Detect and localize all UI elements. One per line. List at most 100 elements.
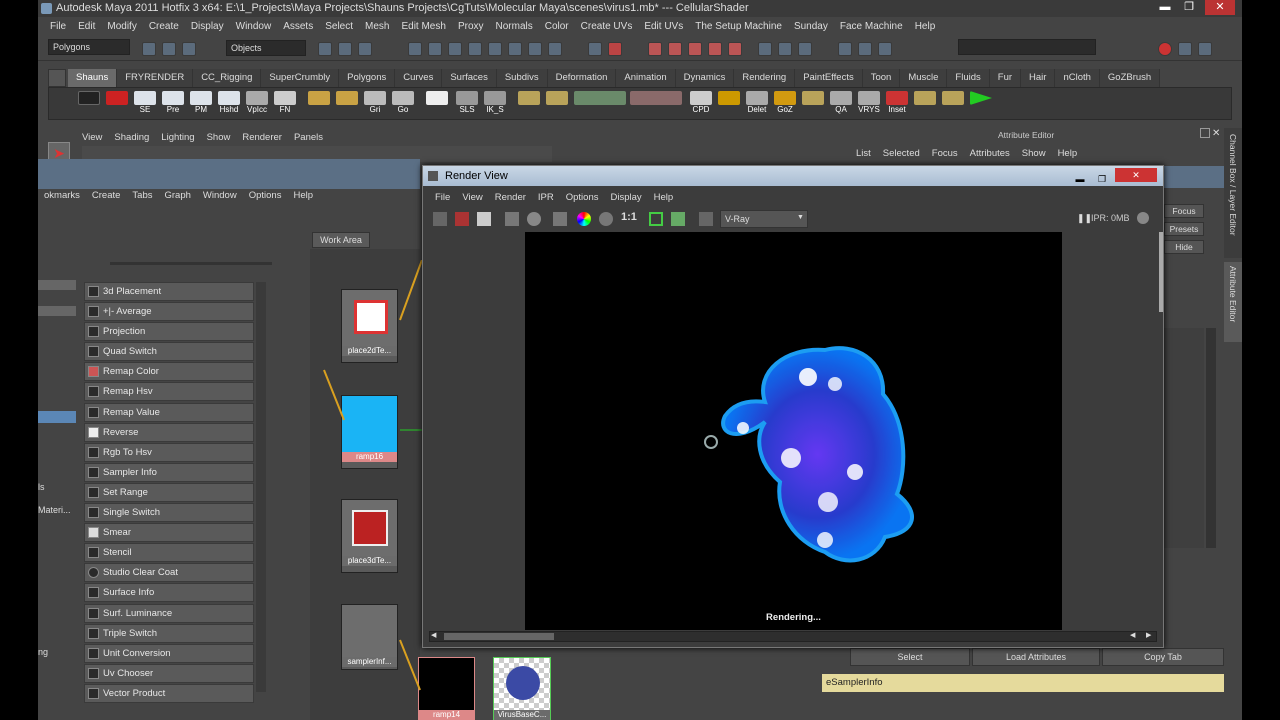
hs-menu-bookmarks[interactable]: okmarks (38, 187, 86, 205)
shelf-button-ik-s[interactable]: IK_S (483, 91, 507, 117)
ipr-render-icon[interactable] (668, 42, 682, 56)
create-tree-row[interactable] (38, 306, 76, 316)
snap-live-icon[interactable] (488, 42, 502, 56)
shelf-tab-toon[interactable]: Toon (862, 69, 901, 87)
shelf-button-goz[interactable]: GoZ (773, 91, 797, 117)
shelf-tab-subdivs[interactable]: Subdivs (496, 69, 548, 87)
shelf-tab-muscle[interactable]: Muscle (900, 69, 948, 87)
node-button-3d-placement[interactable]: 3d Placement (84, 282, 254, 301)
channel-box-toggle-icon[interactable] (858, 42, 872, 56)
shelf-menu-icon[interactable] (48, 69, 66, 87)
node-button-smear[interactable]: Smear (84, 523, 254, 543)
node-button-remap-value[interactable]: Remap Value (84, 402, 254, 422)
icon-size-slider[interactable] (110, 262, 276, 265)
shelf-button-vrys[interactable]: VRYS (857, 91, 881, 117)
panel-menu-lighting[interactable]: Lighting (155, 130, 200, 146)
ae-menu-selected[interactable]: Selected (877, 148, 926, 159)
shelf-button[interactable] (307, 91, 331, 117)
chevron-down-icon[interactable]: ▼ (797, 214, 804, 221)
ae-load-attributes-button[interactable]: Load Attributes (972, 648, 1100, 666)
shelf-button[interactable] (629, 91, 683, 117)
rv-menu-render[interactable]: Render (489, 190, 532, 206)
shelf-button-sls[interactable]: SLS (455, 91, 479, 117)
pause-ipr-icon[interactable]: ❚❚ (1077, 213, 1092, 224)
render-region-icon[interactable] (505, 212, 519, 226)
new-scene-icon[interactable] (142, 42, 156, 56)
construction-history-icon[interactable] (608, 42, 622, 56)
input-ops-icon[interactable] (588, 42, 602, 56)
hs-menu-options[interactable]: Options (243, 187, 288, 205)
panel-menu-shading[interactable]: Shading (108, 130, 155, 146)
rv-minimize-button[interactable]: ▬ (1071, 169, 1089, 184)
scrollbar-thumb[interactable] (444, 633, 554, 640)
shelf-tab-cc-rigging[interactable]: CC_Rigging (193, 69, 262, 87)
scroll-left-icon[interactable]: ◀ (431, 631, 436, 639)
shelf-button[interactable] (913, 91, 937, 117)
ipr-render-icon[interactable] (455, 212, 469, 226)
hypershade-icon[interactable] (708, 42, 722, 56)
rv-menu-ipr[interactable]: IPR (532, 190, 560, 206)
render-view-scrollbar[interactable]: ◀ ◀ ▶ (429, 631, 1157, 642)
node-button-stencil[interactable]: Stencil (84, 543, 254, 563)
node-button-surf-luminance[interactable]: Surf. Luminance (84, 603, 254, 623)
panel-menu-view[interactable]: View (76, 130, 108, 146)
node-button-average[interactable]: +|- Average (84, 302, 254, 322)
menu-edit[interactable]: Edit (72, 21, 101, 32)
shelf-tab-surfaces[interactable]: Surfaces (442, 69, 497, 87)
create-tree-selected[interactable] (38, 411, 76, 423)
menu-edit-mesh[interactable]: Edit Mesh (395, 21, 451, 32)
node-button-remap-hsv[interactable]: Remap Hsv (84, 382, 254, 402)
shelf-button-pm[interactable]: PM (189, 91, 213, 117)
shelf-button[interactable] (335, 91, 359, 117)
display-real-size-icon[interactable] (649, 212, 663, 226)
shelf-button-pre[interactable]: Pre (161, 91, 185, 117)
hs-menu-graph[interactable]: Graph (159, 187, 197, 205)
input-line-icon[interactable] (758, 42, 772, 56)
shelf-tab-painteffects[interactable]: PaintEffects (795, 69, 863, 87)
shelf-button-delet[interactable]: Delet (745, 91, 769, 117)
shelf-tab-polygons[interactable]: Polygons (339, 69, 396, 87)
panel-menu-show[interactable]: Show (201, 130, 237, 146)
toolbox-icon[interactable] (1178, 42, 1192, 56)
ae-presets-button[interactable]: Presets (1164, 222, 1204, 236)
close-button[interactable]: ✕ (1205, 0, 1235, 15)
shelf-tab-rendering[interactable]: Rendering (734, 69, 796, 87)
ae-menu-show[interactable]: Show (1016, 148, 1052, 159)
shelf-button-fn[interactable]: FN (273, 91, 297, 117)
shelf-button-vplcc[interactable]: VpIcc (245, 91, 269, 117)
snap-plane-icon[interactable] (468, 42, 482, 56)
ae-menu-list[interactable]: List (850, 148, 877, 159)
shelf-button[interactable] (573, 91, 627, 117)
shelf-button[interactable] (801, 91, 825, 117)
menu-create[interactable]: Create (143, 21, 185, 32)
node-button-quad-switch[interactable]: Quad Switch (84, 342, 254, 362)
ae-select-button[interactable]: Select (850, 648, 970, 666)
rv-menu-view[interactable]: View (456, 190, 488, 206)
select-hierarchy-icon[interactable] (318, 42, 332, 56)
shelf-tab-dynamics[interactable]: Dynamics (675, 69, 735, 87)
node-list-scrollbar[interactable] (256, 282, 266, 692)
shelf-tab-ncloth[interactable]: nCloth (1055, 69, 1100, 87)
shelf-tab-fur[interactable]: Fur (989, 69, 1022, 87)
shelf-button-inset[interactable]: Inset (885, 91, 909, 117)
shelf-button[interactable] (77, 91, 101, 117)
panel-menu-panels[interactable]: Panels (288, 130, 329, 146)
node-swatch-virusbase[interactable]: VirusBaseC... (493, 657, 551, 720)
node-button-unit-conversion[interactable]: Unit Conversion (84, 643, 254, 663)
menu-proxy[interactable]: Proxy (452, 21, 490, 32)
menu-create-uvs[interactable]: Create UVs (575, 21, 639, 32)
rename-icon[interactable] (778, 42, 792, 56)
alpha-channel-icon[interactable] (599, 212, 613, 226)
snap-grid-icon[interactable] (408, 42, 422, 56)
menu-assets[interactable]: Assets (277, 21, 319, 32)
node-button-surface-info[interactable]: Surface Info (84, 583, 254, 603)
options-icon[interactable] (699, 212, 713, 226)
shelf-tab-curves[interactable]: Curves (395, 69, 443, 87)
hs-menu-create[interactable]: Create (86, 187, 127, 205)
render-current-frame-icon[interactable] (648, 42, 662, 56)
rv-menu-file[interactable]: File (429, 190, 456, 206)
render-view-icon[interactable] (728, 42, 742, 56)
save-scene-icon[interactable] (182, 42, 196, 56)
ae-menu-attributes[interactable]: Attributes (964, 148, 1016, 159)
shelf-tab-supercrumbly[interactable]: SuperCrumbly (261, 69, 340, 87)
